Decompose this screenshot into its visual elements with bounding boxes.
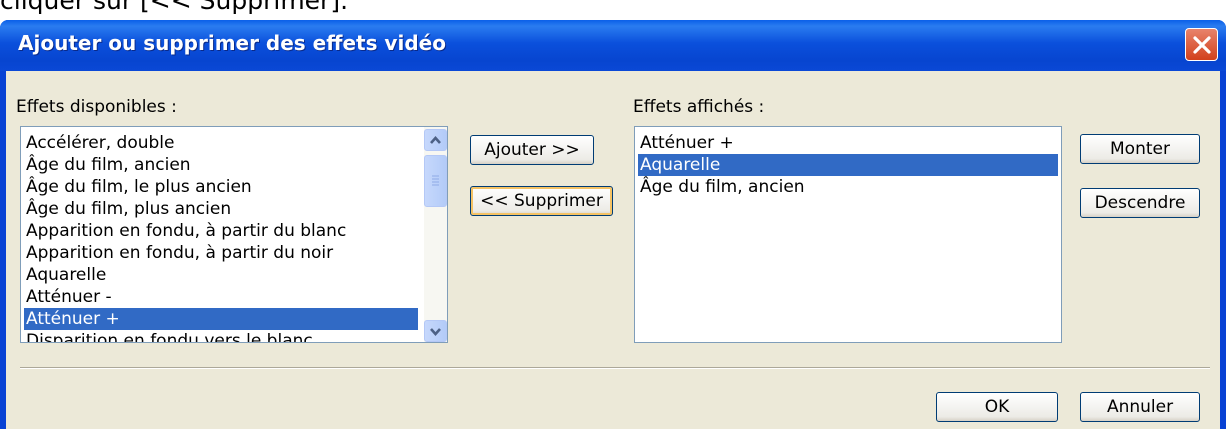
list-item[interactable]: Apparition en fondu, à partir du blanc: [24, 220, 346, 242]
close-button[interactable]: [1185, 28, 1218, 61]
list-item[interactable]: Âge du film, le plus ancien: [24, 176, 252, 198]
add-button[interactable]: Ajouter >>: [470, 135, 594, 165]
list-item[interactable]: Apparition en fondu, à partir du noir: [24, 242, 333, 264]
available-list-scrollbar[interactable]: [424, 127, 447, 342]
chevron-up-icon: [430, 136, 441, 144]
ok-button[interactable]: OK: [936, 392, 1058, 422]
grip-icon: [432, 175, 439, 186]
close-icon: [1193, 36, 1211, 54]
separator: [20, 367, 1210, 369]
scroll-down-button[interactable]: [424, 320, 447, 342]
list-item[interactable]: Accélérer, double: [24, 132, 174, 154]
move-down-button[interactable]: Descendre: [1080, 188, 1200, 218]
list-item[interactable]: Âge du film, plus ancien: [24, 198, 231, 220]
list-item[interactable]: Disparition en fondu vers le blanc: [24, 330, 313, 342]
video-effects-dialog: Ajouter ou supprimer des effets vidéo Ef…: [0, 20, 1226, 429]
list-item[interactable]: Atténuer -: [24, 286, 112, 308]
remove-button[interactable]: << Supprimer: [470, 186, 613, 216]
list-item[interactable]: Âge du film, ancien: [638, 176, 1058, 198]
displayed-effects-label: Effets affichés :: [633, 97, 765, 117]
scroll-thumb[interactable]: [424, 155, 447, 207]
cancel-button[interactable]: Annuler: [1080, 392, 1200, 422]
instruction-text-fragment: cliquer sur [<< Supprimer].: [0, 0, 349, 15]
list-item[interactable]: Atténuer +: [638, 132, 1058, 154]
list-item-selected[interactable]: Aquarelle: [638, 154, 1058, 176]
displayed-effects-list[interactable]: Atténuer + Aquarelle Âge du film, ancien: [634, 126, 1062, 343]
move-up-button[interactable]: Monter: [1080, 134, 1200, 164]
list-item[interactable]: Âge du film, ancien: [24, 154, 191, 176]
dialog-body: Effets disponibles : Accélérer, double Â…: [6, 71, 1220, 429]
list-item-selected[interactable]: Atténuer +: [24, 308, 418, 330]
dialog-title: Ajouter ou supprimer des effets vidéo: [18, 31, 446, 55]
title-bar[interactable]: Ajouter ou supprimer des effets vidéo: [0, 20, 1226, 71]
scroll-up-button[interactable]: [424, 129, 447, 151]
available-effects-label: Effets disponibles :: [16, 97, 177, 117]
available-effects-list[interactable]: Accélérer, double Âge du film, ancien Âg…: [20, 126, 448, 343]
list-item[interactable]: Aquarelle: [24, 264, 106, 286]
chevron-down-icon: [430, 328, 441, 336]
